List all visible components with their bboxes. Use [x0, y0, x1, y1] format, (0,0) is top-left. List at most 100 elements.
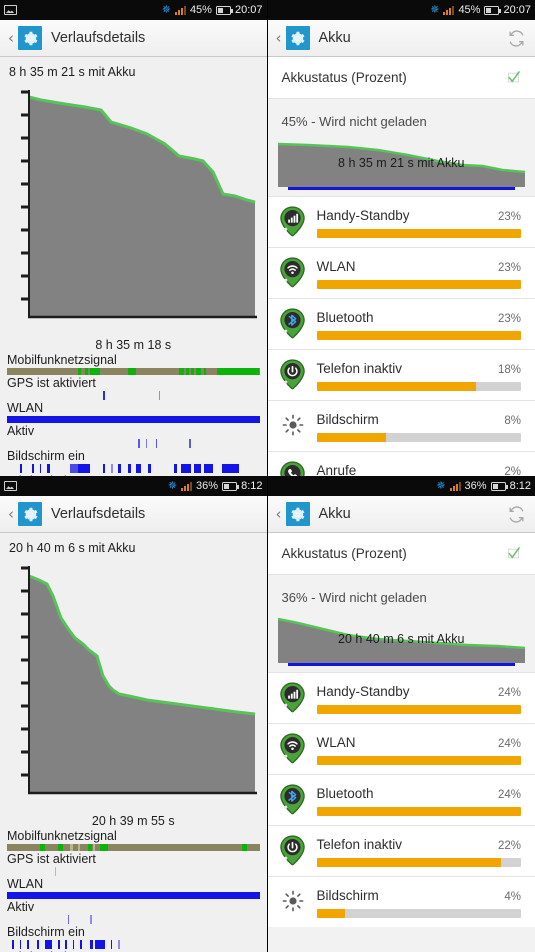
list-item[interactable]: Telefon inaktiv 22% [267, 825, 535, 876]
usage-bar-fill [316, 280, 521, 289]
status-bar: ✵ 36% 8:12 [0, 476, 267, 496]
panel-akku-bottom: ✵ 36% 8:12 ‹ Akku Akkustatus (Prozent) 3… [267, 476, 535, 952]
list-item-label: Bildschirm [316, 888, 379, 903]
timeline-label: Aktiv [7, 424, 35, 438]
panel-verlaufsdetails-top: ✵ 45% 20:07 ‹ Verlaufsdetails 8 h 35 m 2… [0, 0, 268, 476]
list-item-main: WLAN 23% [316, 255, 522, 289]
timeline-bar-wlan [7, 416, 260, 423]
list-item[interactable]: Handy-Standby 24% [267, 672, 535, 723]
page-title: Akku [318, 506, 351, 522]
list-item[interactable]: Bluetooth 24% [267, 774, 535, 825]
timeline-bildschirm: Bildschirm ein [7, 925, 260, 949]
timeline-label: Aktiv [7, 900, 35, 914]
back-chevron-icon[interactable]: ‹ [276, 505, 282, 523]
battery-icon [222, 481, 240, 491]
akkustatus-row[interactable]: Akkustatus (Prozent) [267, 57, 535, 99]
list-item-header: WLAN 23% [317, 259, 522, 274]
action-bar: ‹ Verlaufsdetails [0, 20, 267, 57]
usage-bar-track [316, 807, 521, 816]
page-title: Akku [318, 30, 351, 46]
settings-gear-icon [18, 502, 42, 526]
signal-standby-icon [278, 204, 308, 238]
status-bar: ✵ 36% 8:12 [267, 476, 535, 496]
back-chevron-icon[interactable]: ‹ [276, 29, 282, 47]
clock-label: 20:07 [234, 4, 263, 16]
list-item-header: Bildschirm 8% [317, 412, 522, 427]
settings-gear-icon [285, 26, 310, 50]
list-item-label: Bildschirm [316, 412, 379, 427]
back-chevron-icon[interactable]: ‹ [8, 505, 14, 523]
list-item-main: Telefon inaktiv 22% [316, 833, 521, 867]
list-item-main: Anrufe 2% [317, 459, 522, 476]
status-bar-left [4, 481, 17, 491]
back-chevron-icon[interactable]: ‹ [8, 29, 14, 47]
usage-bar-fill [316, 331, 521, 340]
timeline-bar-gps [7, 391, 260, 400]
list-item-percent: 18% [497, 364, 521, 376]
list-item[interactable]: WLAN 23% [267, 247, 535, 298]
list-item[interactable]: WLAN 24% [267, 723, 535, 774]
timeline-label: GPS ist aktiviert [7, 376, 96, 390]
list-item-header: Bluetooth 23% [317, 310, 522, 325]
usage-bar-fill [316, 756, 521, 765]
list-item-header: Anrufe 2% [317, 463, 522, 476]
wifi-icon [278, 731, 308, 765]
list-item-label: Anrufe [316, 463, 357, 476]
charge-state-label: 36% - Wird nicht geladen [267, 575, 535, 615]
timeline-bar-aktiv [7, 915, 260, 924]
list-item[interactable]: Bluetooth 23% [267, 298, 535, 349]
checkbox-checked-icon[interactable] [506, 70, 521, 85]
signal-bars-icon [449, 481, 461, 491]
timeline-label: WLAN [7, 401, 44, 415]
history-body: 20 h 40 m 6 s mit Akku 20 h 39 m 55 s Mo… [0, 533, 267, 952]
image-icon [4, 5, 17, 15]
timeline-aktiv: Aktiv [7, 424, 260, 448]
bluetooth-icon: ✵ [430, 3, 440, 16]
panel-verlaufsdetails-bottom: ✵ 36% 8:12 ‹ Verlaufsdetails 20 h 40 m 6… [0, 476, 268, 952]
list-item[interactable]: Bildschirm 4% [267, 876, 535, 927]
timeline-bar-bildschirm [7, 464, 260, 473]
refresh-icon[interactable] [505, 27, 527, 49]
battery-icon [215, 5, 233, 15]
mini-battery-chart: 8 h 35 m 21 s mit Akku [277, 139, 525, 187]
mini-chart-caption: 8 h 35 m 21 s mit Akku [338, 156, 465, 170]
timeline-bar-aktiv [7, 439, 260, 448]
bluetooth-icon: ✵ [167, 479, 178, 492]
checkbox-checked-icon[interactable] [506, 546, 521, 561]
akkustatus-row[interactable]: Akkustatus (Prozent) [267, 533, 535, 575]
refresh-icon[interactable] [505, 503, 527, 525]
mini-chart-baseline [287, 187, 515, 190]
list-item-header: Handy-Standby 24% [317, 684, 522, 699]
status-bar: ✵ 45% 20:07 [0, 0, 267, 20]
list-item-percent: 22% [497, 840, 521, 852]
list-item[interactable]: Bildschirm 8% [267, 400, 535, 451]
clock-label: 20:07 [503, 4, 531, 16]
phone-call-icon [278, 459, 308, 476]
list-item-label: WLAN [316, 259, 356, 274]
usage-bar-fill [316, 705, 521, 714]
timeline-bar-signal [7, 368, 260, 375]
list-item[interactable]: Handy-Standby 23% [267, 196, 535, 247]
timeline-label: WLAN [7, 877, 44, 891]
list-item[interactable]: Anrufe 2% [267, 451, 535, 476]
list-item[interactable]: Telefon inaktiv 18% [267, 349, 535, 400]
battery-history-chart [7, 558, 260, 813]
timeline-label: Mobilfunknetzsignal [7, 829, 117, 843]
list-item-percent: 24% [497, 687, 521, 699]
timeline-bar-gps [7, 867, 260, 876]
list-item-percent: 23% [497, 262, 521, 274]
battery-history-chart [7, 82, 260, 337]
list-item-header: WLAN 24% [317, 735, 522, 750]
list-item-percent: 23% [497, 313, 521, 325]
settings-gear-icon [18, 26, 42, 50]
list-item-main: Handy-Standby 24% [316, 680, 522, 714]
list-item-main: Bildschirm 8% [316, 408, 522, 442]
list-item-label: Telefon inaktiv [316, 361, 403, 376]
mini-battery-chart: 20 h 40 m 6 s mit Akku [277, 615, 525, 663]
action-bar: ‹ Akku [267, 496, 535, 533]
usage-bar-track [316, 858, 521, 867]
bluetooth-icon: ✵ [161, 3, 171, 16]
battery-icon [490, 481, 508, 491]
bluetooth-icon: ✵ [436, 479, 446, 492]
status-bar-right: ✵ 45% 20:07 [430, 4, 531, 16]
